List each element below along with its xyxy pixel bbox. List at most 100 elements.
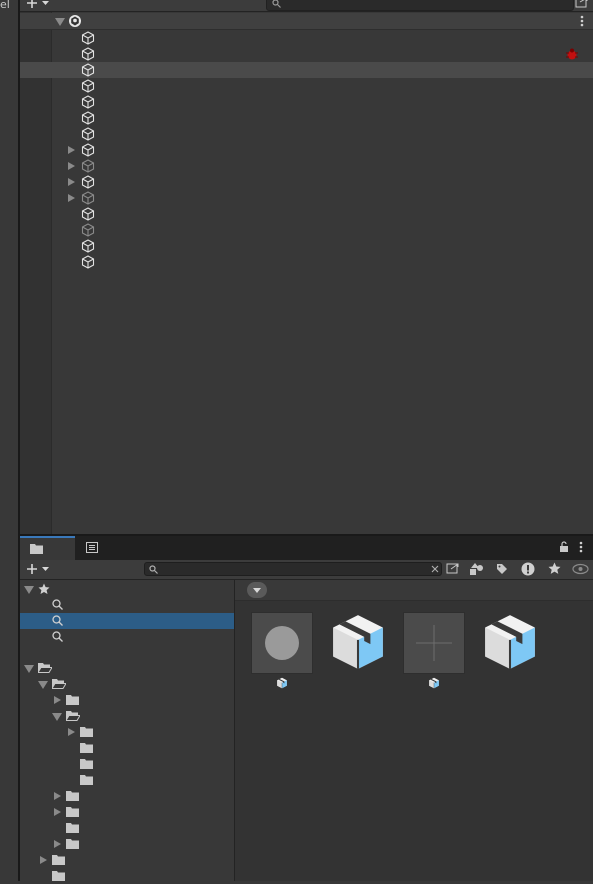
search-by-label-icon[interactable] [470,563,484,576]
hierarchy-item[interactable] [20,222,593,238]
folder-icon [66,822,79,833]
kebab-menu-icon[interactable] [579,541,583,553]
favorites-item[interactable] [20,581,234,597]
chevron-down-icon [42,1,50,6]
hierarchy-item[interactable] [20,206,593,222]
hierarchy-item[interactable] [20,142,593,158]
folder-item[interactable] [20,692,234,708]
scene-visibility-toggle[interactable] [575,0,589,9]
empty-prefab-thumbnail [403,612,465,674]
create-dropdown-button[interactable] [26,562,52,576]
folder-item[interactable] [20,804,234,820]
error-bug-icon[interactable] [565,47,579,61]
hierarchy-item[interactable] [20,94,593,110]
breadcrumb-dropdown-button[interactable] [247,582,267,598]
expanded-arrow-icon[interactable] [24,586,34,594]
left-panel-tab-label[interactable]: el [0,0,10,11]
expanded-arrow-icon[interactable] [24,665,34,673]
favorites-search-item[interactable] [20,629,234,645]
asset-item[interactable] [251,611,315,691]
search-icon [52,615,63,626]
prefab-icon [479,611,541,673]
folder-item[interactable] [20,820,234,836]
foldout-arrow[interactable] [68,146,75,154]
collapsed-arrow-icon[interactable] [54,792,61,800]
gameobject-icon [81,175,95,189]
scene-foldout-arrow[interactable] [55,18,65,26]
clear-search-icon[interactable] [431,565,439,573]
asset-item[interactable] [479,611,543,691]
tab-project[interactable] [20,536,75,560]
folder-item[interactable] [20,868,234,884]
assets-root-folder[interactable] [20,660,234,676]
folder-item[interactable] [20,708,234,724]
project-search-input[interactable] [144,562,442,576]
folder-item[interactable] [20,724,234,740]
search-icon [52,599,63,610]
hidden-packages-icon[interactable] [572,563,589,575]
expanded-arrow-icon[interactable] [52,713,62,721]
console-icon [86,542,98,553]
collapsed-arrow-icon[interactable] [40,856,47,864]
star-icon [38,583,50,595]
folder-icon [66,806,79,817]
foldout-arrow[interactable] [68,178,75,186]
lock-icon[interactable] [559,541,569,553]
collapsed-arrow-icon[interactable] [68,728,75,736]
hierarchy-item[interactable] [20,174,593,190]
gameobject-icon [81,143,95,157]
gameobject-icon [81,159,95,173]
folder-icon [80,774,93,785]
gameobject-icon [81,223,95,237]
collapsed-arrow-icon[interactable] [54,808,61,816]
hierarchy-item[interactable] [20,30,593,46]
hierarchy-item[interactable] [20,126,593,142]
folder-icon [30,543,43,554]
gameobject-icon [81,95,95,109]
hierarchy-item[interactable] [20,110,593,126]
kebab-menu-icon[interactable] [580,15,584,27]
favorites-search-item[interactable] [20,597,234,613]
expanded-arrow-icon[interactable] [38,681,48,689]
gameobject-icon [81,207,95,221]
folder-icon [66,790,79,801]
folder-icon [66,838,79,849]
gameobject-icon [81,79,95,93]
asset-item[interactable] [327,611,391,691]
add-dropdown-button[interactable] [26,0,52,9]
folder-open-icon [66,710,80,721]
collapsed-arrow-icon[interactable] [54,840,61,848]
hierarchy-item[interactable] [20,190,593,206]
folder-item[interactable] [20,788,234,804]
breadcrumb-bar [235,580,593,601]
folder-item[interactable] [20,740,234,756]
folder-item[interactable] [20,772,234,788]
chevron-down-icon [42,567,50,572]
prefab-badge-icon [276,677,288,689]
folder-item[interactable] [20,852,234,868]
asset-item[interactable] [403,611,467,691]
foldout-arrow[interactable] [68,162,75,170]
folder-item[interactable] [20,676,234,692]
error-filter-icon[interactable] [521,562,535,576]
folder-open-icon [38,662,52,673]
hierarchy-item[interactable] [20,254,593,270]
hierarchy-search-input[interactable] [266,0,574,11]
hierarchy-item[interactable] [20,46,593,62]
favorites-icon[interactable] [548,562,561,575]
foldout-arrow[interactable] [68,194,75,202]
hierarchy-item[interactable] [20,158,593,174]
folder-item[interactable] [20,756,234,772]
tab-console[interactable] [78,536,108,560]
hierarchy-item[interactable] [20,78,593,94]
folder-icon [52,854,65,865]
folder-item[interactable] [20,836,234,852]
favorites-search-item[interactable] [20,613,234,629]
scene-row[interactable] [20,13,593,30]
collapsed-arrow-icon[interactable] [54,696,61,704]
tag-icon[interactable] [496,563,508,575]
folder-icon [52,870,65,881]
search-by-type-icon[interactable] [446,563,460,576]
hierarchy-item[interactable] [20,62,593,78]
hierarchy-item[interactable] [20,238,593,254]
